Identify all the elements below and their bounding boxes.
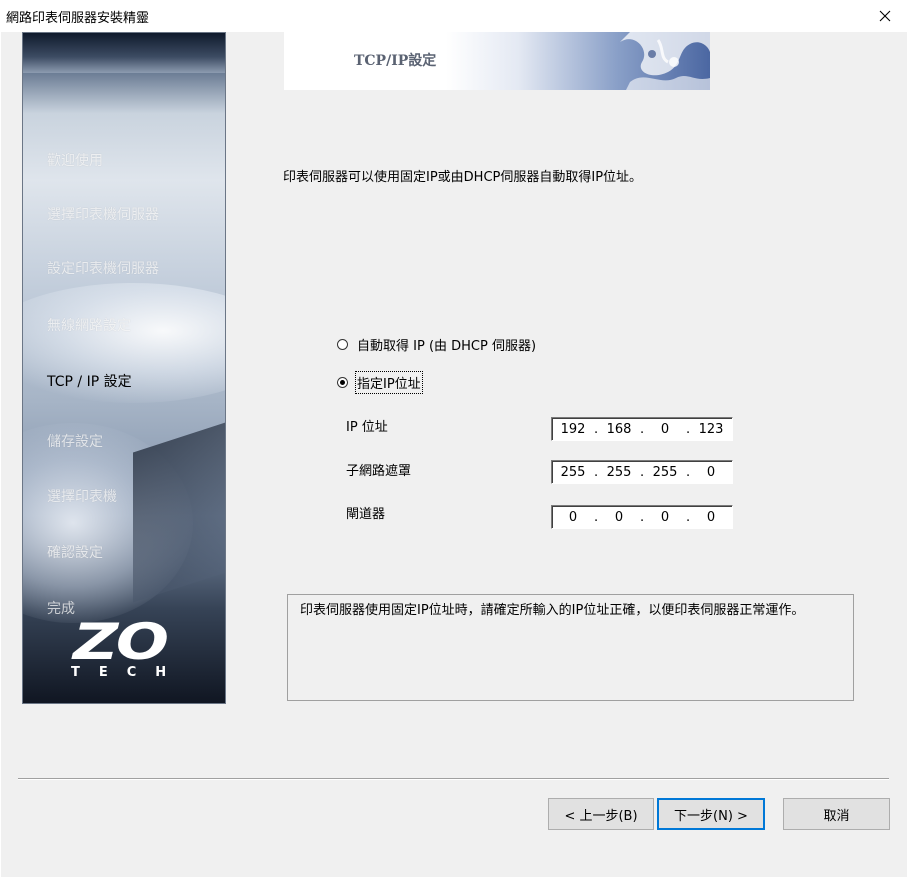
page-title: TCP/IP設定 (354, 53, 437, 69)
wizard-sidebar: 歡迎使用 選擇印表機伺服器 設定印表機伺服器 無線網路設定 TCP / IP 設… (22, 32, 226, 704)
radio-dhcp-label: 自動取得 IP (由 DHCP 伺服器) (357, 339, 537, 354)
radio-dhcp-indicator[interactable] (337, 339, 348, 350)
next-button[interactable]: 下一步(N) > (657, 798, 765, 830)
close-icon (879, 10, 891, 22)
ip-address-label: IP 位址 (346, 420, 388, 435)
splash-art-icon (620, 32, 710, 90)
ip-octet-1[interactable]: 192 (552, 422, 594, 437)
gateway-octet-4[interactable]: 0 (690, 510, 732, 525)
gateway-label: 閘道器 (346, 507, 386, 522)
subnet-octet-3[interactable]: 255 (644, 465, 686, 480)
logo-subtext: TECH (71, 665, 186, 680)
step-configure-server: 設定印表機伺服器 (47, 261, 159, 277)
cancel-button[interactable]: 取消 (783, 798, 890, 830)
subnet-mask-label: 子網路遮罩 (346, 464, 412, 479)
zotech-logo: ZO TECH (63, 613, 193, 683)
page-header-banner: TCP/IP設定 (284, 32, 710, 90)
gateway-octet-1[interactable]: 0 (552, 510, 594, 525)
step-save-settings: 儲存設定 (47, 434, 103, 450)
radio-static-label: 指定IP位址 (355, 371, 423, 394)
close-button[interactable] (862, 0, 908, 32)
ip-octet-3[interactable]: 0 (644, 422, 686, 437)
ip-octet-2[interactable]: 168 (598, 422, 640, 437)
step-confirm: 確認設定 (47, 545, 103, 561)
ip-address-input[interactable]: 192. 168. 0. 123 (551, 417, 733, 441)
back-button[interactable]: < 上一步(B) (548, 798, 654, 830)
step-select-server: 選擇印表機伺服器 (47, 207, 159, 223)
radio-dhcp[interactable]: 自動取得 IP (由 DHCP 伺服器) (337, 335, 536, 354)
info-note-box: 印表伺服器使用固定IP位址時，請確定所輸入的IP位址正確，以便印表伺服器正常運作… (287, 594, 854, 701)
subnet-octet-1[interactable]: 255 (552, 465, 594, 480)
step-select-printer: 選擇印表機 (47, 489, 117, 505)
sidebar-top-band (23, 33, 225, 73)
subnet-octet-4[interactable]: 0 (690, 465, 732, 480)
window-title: 網路印表伺服器安裝精靈 (6, 11, 150, 26)
ip-octet-4[interactable]: 123 (690, 422, 732, 437)
footer-separator (18, 778, 889, 780)
step-tcpip-current: TCP / IP 設定 (47, 374, 132, 390)
sidebar-printer-art (133, 413, 225, 603)
gateway-octet-2[interactable]: 0 (598, 510, 640, 525)
subnet-mask-input[interactable]: 255. 255. 255. 0 (551, 460, 733, 484)
radio-static-indicator[interactable] (337, 377, 348, 388)
subnet-octet-2[interactable]: 255 (598, 465, 640, 480)
radio-static-ip[interactable]: 指定IP位址 (337, 371, 423, 394)
gateway-input[interactable]: 0. 0. 0. 0 (551, 505, 733, 529)
intro-text: 印表伺服器可以使用固定IP或由DHCP伺服器自動取得IP位址。 (283, 170, 643, 185)
info-note-text: 印表伺服器使用固定IP位址時，請確定所輸入的IP位址正確，以便印表伺服器正常運作… (300, 603, 805, 618)
title-bar: 網路印表伺服器安裝精靈 (0, 0, 908, 32)
gateway-octet-3[interactable]: 0 (644, 510, 686, 525)
logo-mark: ZO (73, 613, 169, 671)
step-welcome: 歡迎使用 (47, 153, 103, 169)
step-wireless: 無線網路設定 (47, 318, 131, 334)
